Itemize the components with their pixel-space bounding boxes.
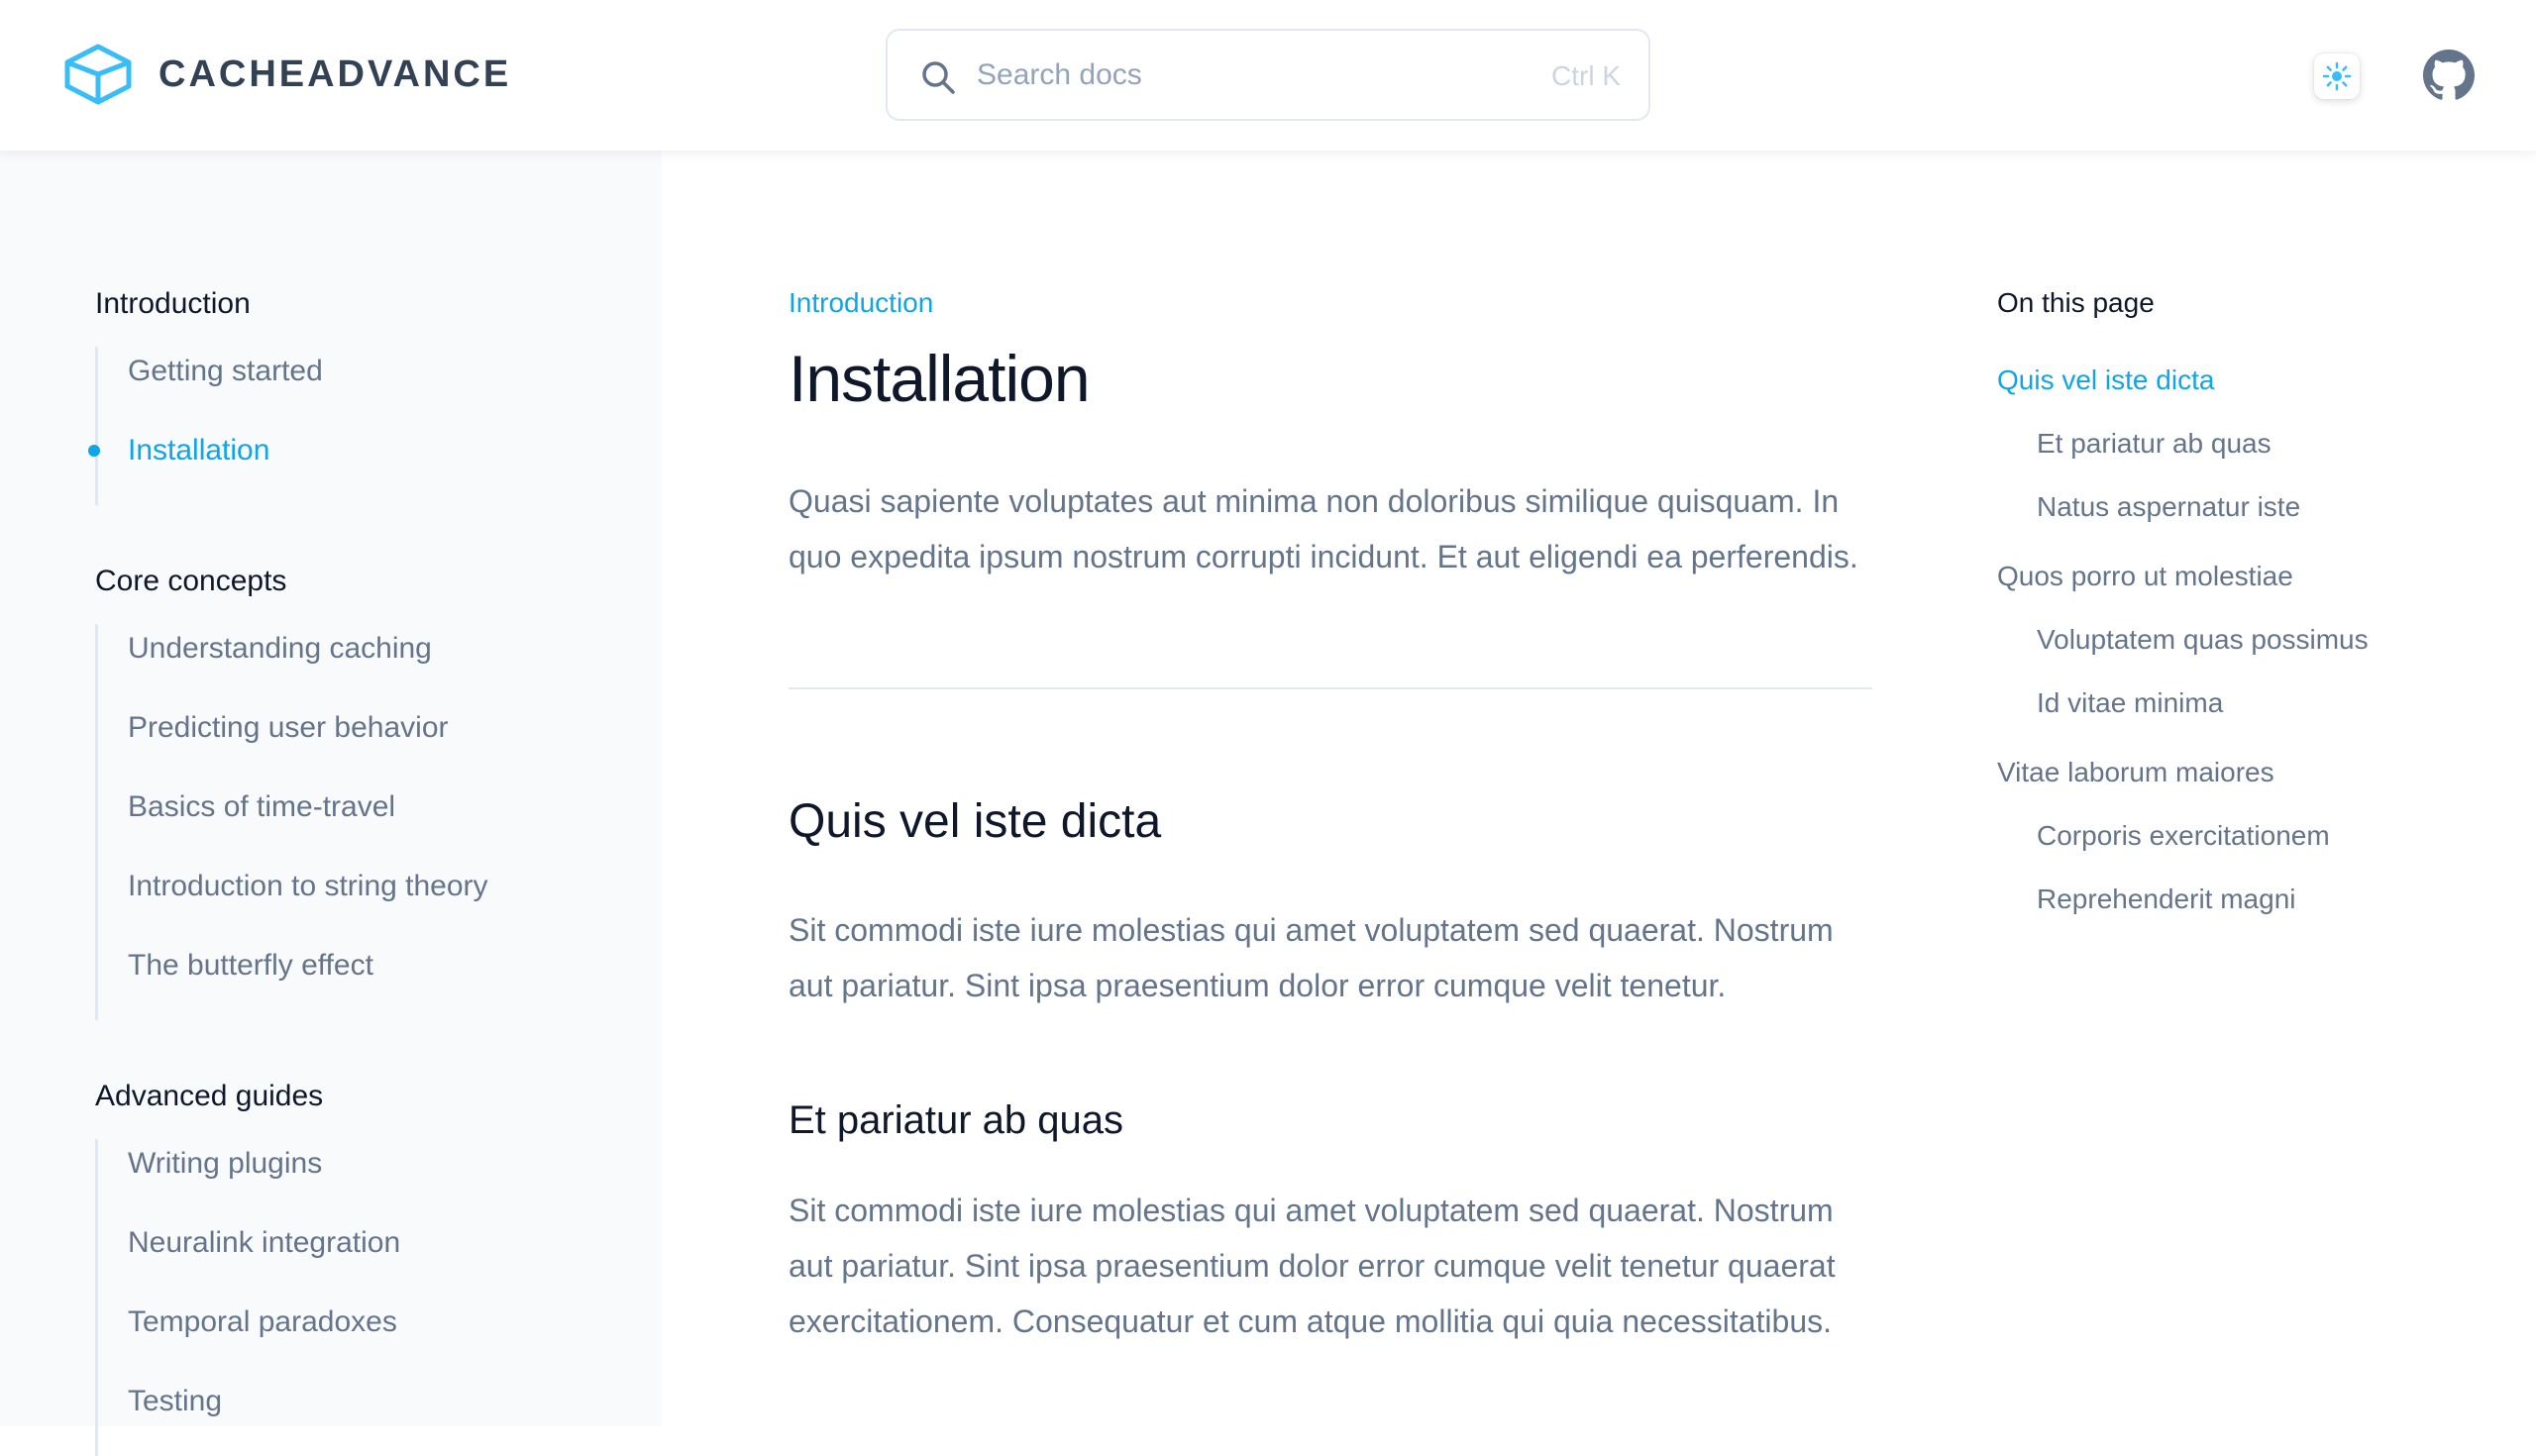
sidebar-item-installation[interactable]: Installation bbox=[88, 426, 323, 505]
top-header: CACHEADVANCE Search docs Ctrl K bbox=[0, 0, 2536, 151]
active-indicator-dot bbox=[88, 445, 100, 457]
nav-section-title: Core concepts bbox=[95, 565, 287, 597]
sidebar-item-writing-plugins[interactable]: Writing plugins bbox=[128, 1139, 400, 1218]
cube-logo-icon bbox=[64, 44, 132, 105]
nav-list: Getting started Installation bbox=[88, 347, 323, 505]
brand-name: CACHEADVANCE bbox=[158, 52, 512, 95]
toc-link-quos-porro-ut-molestiae[interactable]: Quos porro ut molestiae bbox=[1997, 561, 2473, 592]
toc-link-vitae-laborum-maiores[interactable]: Vitae laborum maiores bbox=[1997, 757, 2473, 788]
sun-icon bbox=[2322, 61, 2352, 91]
nav-section-title: Advanced guides bbox=[95, 1080, 324, 1112]
section-eyebrow: Introduction bbox=[789, 287, 934, 318]
subsection-heading: Et pariatur ab quas bbox=[789, 1098, 1123, 1142]
lead-paragraph: Quasi sapiente voluptates aut minima non… bbox=[789, 483, 1858, 574]
body-paragraph: Sit commodi iste iure molestias qui amet… bbox=[789, 1193, 1836, 1339]
page-title: Installation bbox=[789, 342, 1091, 415]
body-paragraph: Sit commodi iste iure molestias qui amet… bbox=[789, 912, 1834, 1003]
sidebar-item-string-theory[interactable]: Introduction to string theory bbox=[128, 862, 488, 941]
sidebar-item-neuralink-integration[interactable]: Neuralink integration bbox=[128, 1218, 400, 1298]
nav-section-introduction: Introduction Getting started Installatio… bbox=[88, 287, 323, 505]
search-shortcut-hint: Ctrl K bbox=[1551, 60, 1621, 91]
nav-list: Writing plugins Neuralink integration Te… bbox=[95, 1139, 400, 1456]
toc-link-et-pariatur-ab-quas[interactable]: Et pariatur ab quas bbox=[2037, 428, 2473, 460]
main-content: Introduction Installation Quasi sapiente… bbox=[789, 287, 1872, 1349]
sidebar-item-understanding-caching[interactable]: Understanding caching bbox=[128, 624, 488, 703]
logo[interactable]: CACHEADVANCE bbox=[63, 44, 511, 105]
sidebar-item-basics-of-time-travel[interactable]: Basics of time-travel bbox=[128, 782, 488, 862]
theme-toggle-button[interactable] bbox=[2314, 53, 2360, 99]
sidebar-item-testing[interactable]: Testing bbox=[128, 1377, 400, 1456]
toc-link-id-vitae-minima[interactable]: Id vitae minima bbox=[2037, 687, 2473, 719]
nav-list: Understanding caching Predicting user be… bbox=[95, 624, 488, 1020]
toc-link-reprehenderit-magni[interactable]: Reprehenderit magni bbox=[2037, 884, 2473, 915]
toc-link-quis-vel-iste-dicta[interactable]: Quis vel iste dicta bbox=[1997, 364, 2473, 396]
sidebar-item-getting-started[interactable]: Getting started bbox=[128, 347, 323, 426]
search-input[interactable]: Search docs Ctrl K bbox=[886, 29, 1650, 121]
on-this-page-toc: On this page Quis vel iste dicta Et pari… bbox=[1997, 287, 2473, 915]
sidebar-item-temporal-paradoxes[interactable]: Temporal paradoxes bbox=[128, 1298, 400, 1377]
sidebar-item-label: Installation bbox=[128, 434, 270, 467]
nav-section-title: Introduction bbox=[95, 287, 251, 320]
nav-section-core-concepts: Core concepts Understanding caching Pred… bbox=[95, 565, 488, 1020]
toc-link-corporis-exercitationem[interactable]: Corporis exercitationem bbox=[2037, 820, 2473, 852]
toc-link-natus-aspernatur-iste[interactable]: Natus aspernatur iste bbox=[2037, 491, 2473, 523]
sidebar-item-butterfly-effect[interactable]: The butterfly effect bbox=[128, 941, 488, 1020]
sidebar-nav: Introduction Getting started Installatio… bbox=[0, 151, 662, 1456]
toc-link-voluptatem-quas-possimus[interactable]: Voluptatem quas possimus bbox=[2037, 624, 2473, 656]
toc-title: On this page bbox=[1997, 287, 2155, 318]
sidebar-item-predicting-user-behavior[interactable]: Predicting user behavior bbox=[128, 703, 488, 782]
section-heading: Quis vel iste dicta bbox=[789, 795, 1162, 848]
search-placeholder: Search docs bbox=[977, 58, 1142, 91]
github-icon[interactable] bbox=[2423, 50, 2475, 101]
divider bbox=[789, 687, 1872, 689]
nav-section-advanced-guides: Advanced guides Writing plugins Neuralin… bbox=[95, 1080, 400, 1456]
search-icon bbox=[922, 61, 955, 94]
